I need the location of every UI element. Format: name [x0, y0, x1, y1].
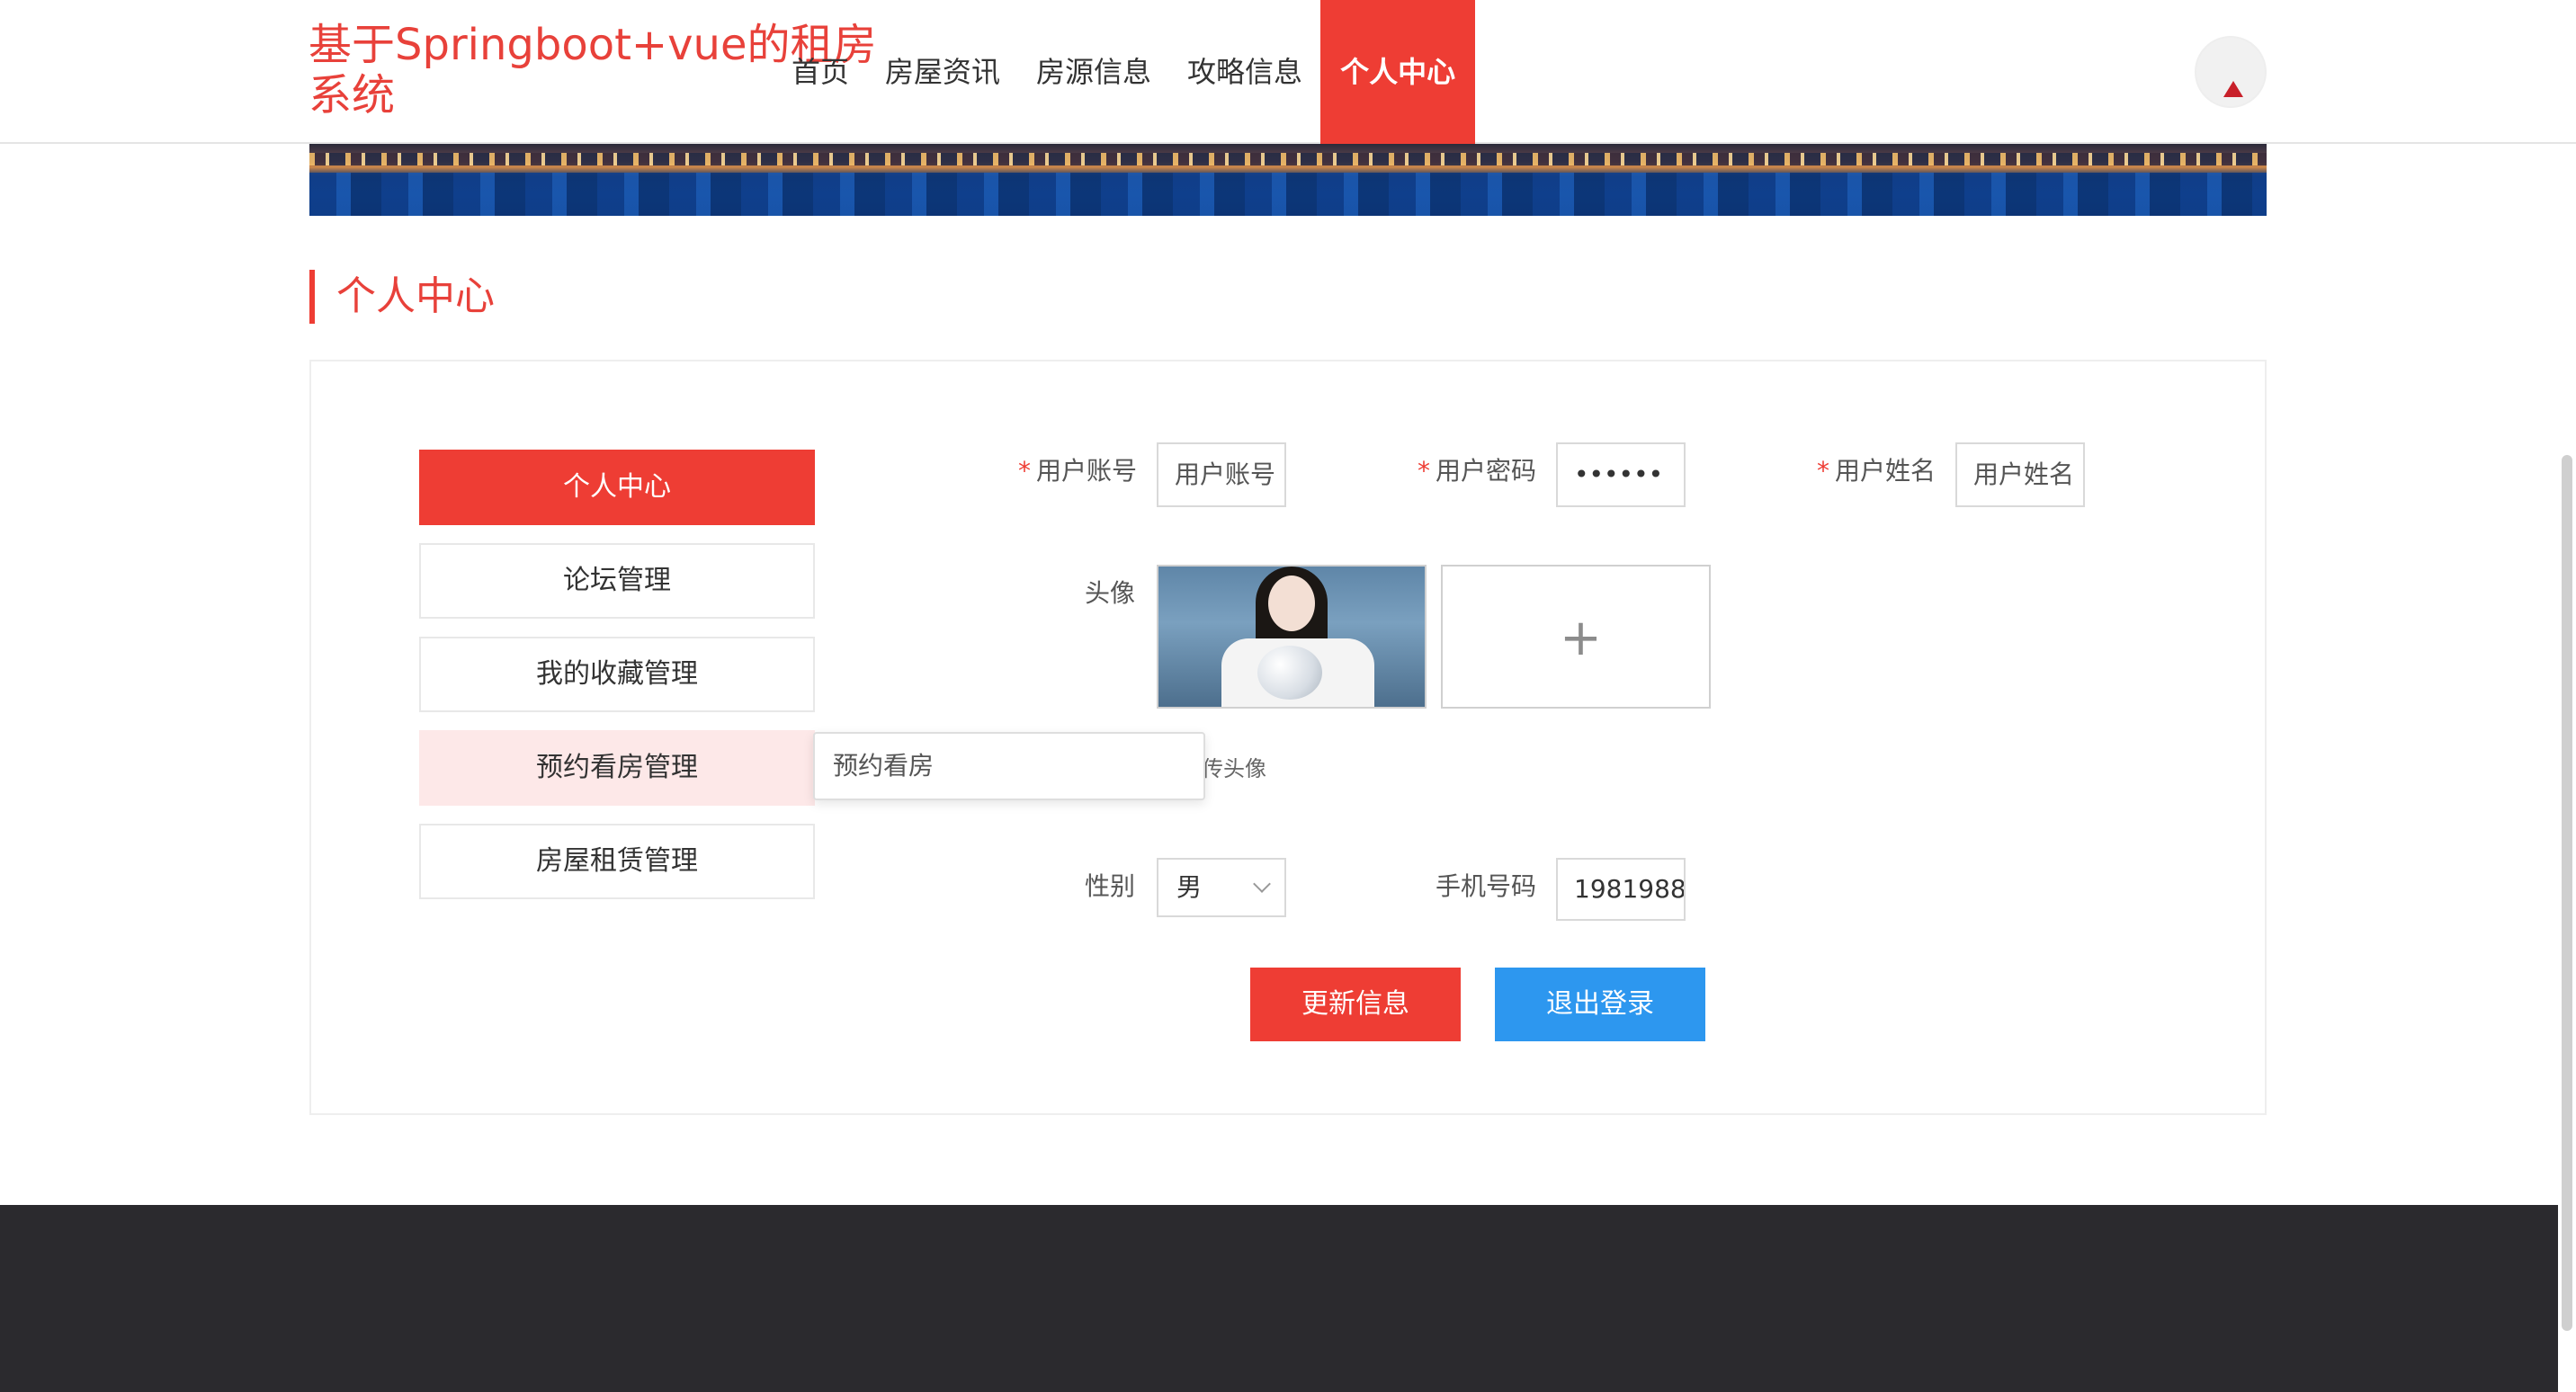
avatar-label: 头像 — [1084, 578, 1135, 608]
gender-value: 男 — [1176, 872, 1203, 902]
account-label: * 用户账号 — [1017, 456, 1137, 486]
phone-label: 手机号码 — [1435, 871, 1536, 901]
phone-input[interactable]: 19819882222 — [1556, 858, 1686, 921]
password-label: * 用户密码 — [1417, 456, 1536, 486]
sidebar-item-viewing-appointments[interactable]: 预约看房管理 — [419, 730, 815, 806]
nav-item-listings[interactable]: 房源信息 — [1018, 0, 1169, 144]
gender-select[interactable]: 男 — [1157, 858, 1286, 917]
required-mark: * — [1816, 456, 1829, 486]
scrollbar-thumb[interactable] — [2562, 455, 2572, 1331]
user-avatar[interactable] — [2195, 36, 2267, 108]
banner-image — [309, 144, 2267, 216]
sidebar-item-personal-center[interactable]: 个人中心 — [419, 450, 815, 525]
sidebar-item-forum[interactable]: 论坛管理 — [419, 543, 815, 619]
sidebar-item-favorites[interactable]: 我的收藏管理 — [419, 637, 815, 712]
nav-item-home[interactable]: 首页 — [774, 0, 867, 144]
account-input[interactable]: 用户账号 — [1157, 442, 1286, 507]
banner-city-lights — [309, 153, 2267, 165]
nav-item-personal-center[interactable]: 个人中心 — [1320, 0, 1476, 144]
section-title: 个人中心 — [309, 270, 495, 324]
logout-button[interactable]: 退出登录 — [1495, 968, 1705, 1041]
sidebar-item-rentals[interactable]: 房屋租赁管理 — [419, 824, 815, 899]
top-navbar: 基于Springboot+vue的租房系统 首页 房屋资讯 房源信息 攻略信息 … — [0, 0, 2576, 144]
user-avatar-icon — [2223, 81, 2243, 97]
avatar-ball — [1257, 646, 1322, 700]
gender-label: 性别 — [1084, 871, 1135, 901]
required-mark: * — [1417, 456, 1430, 486]
main-nav: 首页 房屋资讯 房源信息 攻略信息 个人中心 — [774, 0, 1476, 144]
banner-water — [309, 173, 2267, 216]
avatar-image — [1157, 565, 1427, 709]
page: 基于Springboot+vue的租房系统 首页 房屋资讯 房源信息 攻略信息 … — [0, 0, 2576, 1392]
nav-item-guides[interactable]: 攻略信息 — [1169, 0, 1320, 144]
nav-item-house-news[interactable]: 房屋资讯 — [867, 0, 1018, 144]
required-mark: * — [1017, 456, 1031, 486]
footer — [0, 1205, 2576, 1392]
avatar-face — [1268, 576, 1315, 631]
avatar-upload-button[interactable]: + — [1441, 565, 1711, 709]
password-input[interactable]: •••••• — [1556, 442, 1686, 507]
dropdown-item-viewing[interactable]: 预约看房 — [813, 732, 1205, 800]
chevron-down-icon — [1253, 875, 1271, 893]
name-input[interactable]: 用户姓名 — [1955, 442, 2085, 507]
name-label: * 用户姓名 — [1816, 456, 1936, 486]
update-info-button[interactable]: 更新信息 — [1250, 968, 1461, 1041]
plus-icon: + — [1560, 609, 1602, 667]
upload-tip: 传头像 — [1202, 756, 1266, 781]
